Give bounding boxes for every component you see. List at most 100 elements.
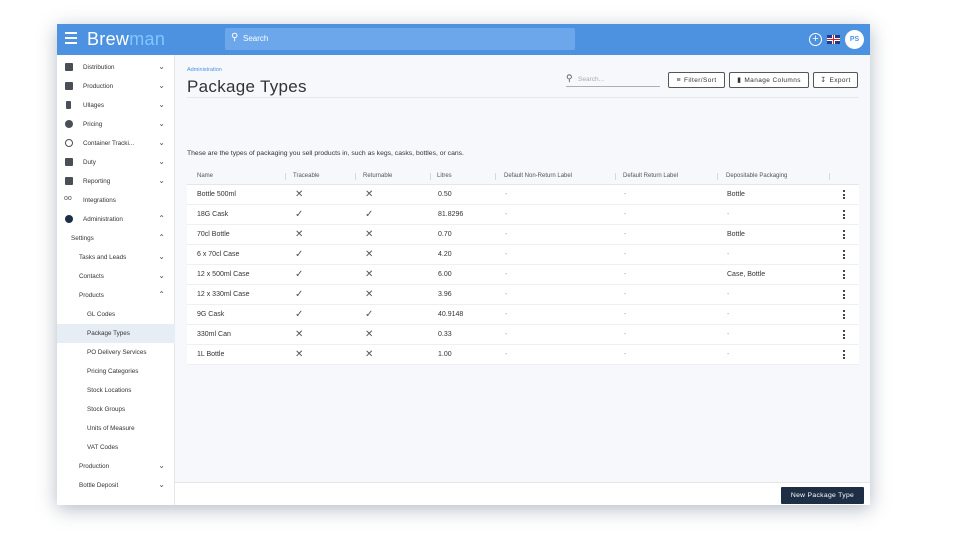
cell-returnable: ✕: [365, 349, 374, 360]
report-icon: [65, 177, 73, 185]
sidebar-item-gl-codes[interactable]: GL Codes: [57, 305, 175, 324]
sidebar-item-production-settings[interactable]: Production ⌄: [57, 457, 175, 476]
sidebar-item-label: Production: [79, 463, 110, 470]
col-header-default-return-label[interactable]: Default Return Label: [623, 173, 678, 179]
sidebar-item-reporting[interactable]: Reporting ⌄: [57, 172, 175, 191]
sidebar-item-label: Integrations: [83, 197, 116, 204]
manage-columns-button[interactable]: ▮ Manage Columns: [729, 72, 809, 88]
sidebar-item-stock-groups[interactable]: Stock Groups: [57, 400, 175, 419]
beer-keg-icon: [65, 82, 73, 90]
table-row[interactable]: 12 x 330ml Case ✓ ✕ 3.96 - - -: [187, 285, 859, 305]
sidebar-item-tasks-and-leads[interactable]: Tasks and Leads ⌄: [57, 248, 175, 267]
sidebar-item-vat-codes[interactable]: VAT Codes: [57, 438, 175, 457]
sidebar-item-container-tracking[interactable]: Container Tracki... ⌄: [57, 134, 175, 153]
cell-returnable: ✓: [365, 209, 374, 220]
sidebar-item-label: Bottle Deposit: [79, 482, 119, 489]
cell-name: 18G Cask: [197, 211, 229, 218]
hamburger-menu-icon[interactable]: [65, 32, 77, 44]
row-actions-kebab-icon[interactable]: [843, 190, 845, 201]
export-button[interactable]: ↧ Export: [813, 72, 858, 88]
sidebar-item-production[interactable]: Production ⌄: [57, 77, 175, 96]
manage-columns-label: Manage Columns: [744, 76, 801, 84]
brand-logo[interactable]: Brewman: [87, 29, 165, 50]
table-row[interactable]: Bottle 500ml ✕ ✕ 0.50 - - Bottle: [187, 185, 859, 205]
col-header-returnable[interactable]: Returnable: [363, 173, 392, 179]
uk-flag-icon[interactable]: [827, 35, 840, 44]
cell-traceable: ✕: [295, 229, 304, 240]
cell-depositable-packaging: -: [727, 331, 730, 338]
sidebar-item-stock-locations[interactable]: Stock Locations: [57, 381, 175, 400]
row-actions-kebab-icon[interactable]: [843, 350, 845, 361]
cell-default-non-return-label: -: [505, 331, 508, 338]
row-actions-kebab-icon[interactable]: [843, 230, 845, 241]
brand-main-text: Brew: [87, 29, 130, 49]
cell-traceable: ✓: [295, 309, 304, 320]
table-row[interactable]: 18G Cask ✓ ✓ 81.8296 - - -: [187, 205, 859, 225]
global-search-input[interactable]: ⚲ Search: [225, 28, 575, 50]
sidebar-item-pricing-categories[interactable]: Pricing Categories: [57, 362, 175, 381]
add-circle-icon[interactable]: +: [809, 33, 822, 46]
cell-traceable: ✓: [295, 249, 304, 260]
dollar-icon: [65, 120, 73, 128]
cell-depositable-packaging: -: [727, 291, 730, 298]
table-row[interactable]: 330ml Can ✕ ✕ 0.33 - - -: [187, 325, 859, 345]
sidebar-item-bottle-deposit[interactable]: Bottle Deposit ⌄: [57, 476, 175, 495]
cell-default-return-label: -: [624, 351, 627, 358]
sidebar-item-contacts[interactable]: Contacts ⌄: [57, 267, 175, 286]
table-row[interactable]: 9G Cask ✓ ✓ 40.9148 - - -: [187, 305, 859, 325]
col-header-depositable-packaging[interactable]: Depositable Packaging: [726, 173, 787, 179]
col-header-traceable[interactable]: Traceable: [293, 173, 319, 179]
table-row[interactable]: 1L Bottle ✕ ✕ 1.00 - - -: [187, 345, 859, 365]
row-actions-kebab-icon[interactable]: [843, 290, 845, 301]
row-actions-kebab-icon[interactable]: [843, 310, 845, 321]
table-body: Bottle 500ml ✕ ✕ 0.50 - - Bottle 18G Cas…: [187, 185, 859, 365]
col-separator: [615, 173, 616, 180]
sidebar-item-units-of-measure[interactable]: Units of Measure: [57, 419, 175, 438]
global-search-placeholder: Search: [243, 34, 269, 43]
sidebar-item-label: PO Delivery Services: [87, 349, 147, 356]
cell-name: 1L Bottle: [197, 351, 225, 358]
filter-sort-button[interactable]: ≡ Filter/Sort: [668, 72, 725, 88]
table-search-input[interactable]: ⚲ Search...: [566, 72, 660, 87]
sidebar-item-administration[interactable]: Administration ⌃: [57, 210, 175, 229]
cell-default-return-label: -: [624, 331, 627, 338]
table-row[interactable]: 6 x 70cl Case ✓ ✕ 4.20 - - -: [187, 245, 859, 265]
user-avatar[interactable]: PS: [845, 30, 864, 49]
col-header-default-non-return-label[interactable]: Default Non-Return Label: [504, 173, 572, 179]
sidebar-item-po-delivery-services[interactable]: PO Delivery Services: [57, 343, 175, 362]
sidebar-item-duty[interactable]: Duty ⌄: [57, 153, 175, 172]
chevron-down-icon: ⌄: [158, 252, 165, 261]
sidebar-item-label: Pricing: [83, 121, 103, 128]
chevron-down-icon: ⌄: [158, 100, 165, 109]
sidebar-item-settings[interactable]: Settings ⌃: [57, 229, 175, 248]
row-actions-kebab-icon[interactable]: [843, 330, 845, 341]
table-row[interactable]: 12 x 500ml Case ✓ ✕ 6.00 - - Case, Bottl…: [187, 265, 859, 285]
cell-traceable: ✓: [295, 269, 304, 280]
col-header-name[interactable]: Name: [197, 173, 213, 179]
sidebar-item-pricing[interactable]: Pricing ⌄: [57, 115, 175, 134]
chevron-up-icon: ⌃: [158, 233, 165, 242]
row-actions-kebab-icon[interactable]: [843, 250, 845, 261]
sidebar-item-label: Products: [79, 292, 104, 299]
export-label: Export: [829, 76, 851, 84]
sidebar-item-integrations[interactable]: oo Integrations: [57, 191, 175, 210]
chevron-up-icon: ⌃: [158, 290, 165, 299]
cell-litres: 1.00: [438, 351, 452, 358]
sidebar-item-label: Pricing Categories: [87, 368, 139, 375]
sidebar-item-label: Stock Locations: [87, 387, 132, 394]
sidebar-item-label: GL Codes: [87, 311, 116, 318]
sidebar-item-label: Production: [83, 83, 114, 90]
row-actions-kebab-icon[interactable]: [843, 210, 845, 221]
cell-default-return-label: -: [624, 251, 627, 258]
sidebar-item-package-types[interactable]: Package Types: [57, 324, 175, 343]
sidebar-item-ullages[interactable]: Ullages ⌄: [57, 96, 175, 115]
chevron-down-icon: ⌄: [158, 176, 165, 185]
row-actions-kebab-icon[interactable]: [843, 270, 845, 281]
cell-depositable-packaging: -: [727, 351, 730, 358]
table-row[interactable]: 70cl Bottle ✕ ✕ 0.70 - - Bottle: [187, 225, 859, 245]
sidebar-item-distribution[interactable]: Distribution ⌄: [57, 58, 175, 77]
new-package-type-button[interactable]: New Package Type: [781, 487, 864, 504]
col-header-litres[interactable]: Litres: [437, 173, 452, 179]
sidebar-item-products[interactable]: Products ⌃: [57, 286, 175, 305]
breadcrumb[interactable]: Administration: [187, 67, 222, 73]
